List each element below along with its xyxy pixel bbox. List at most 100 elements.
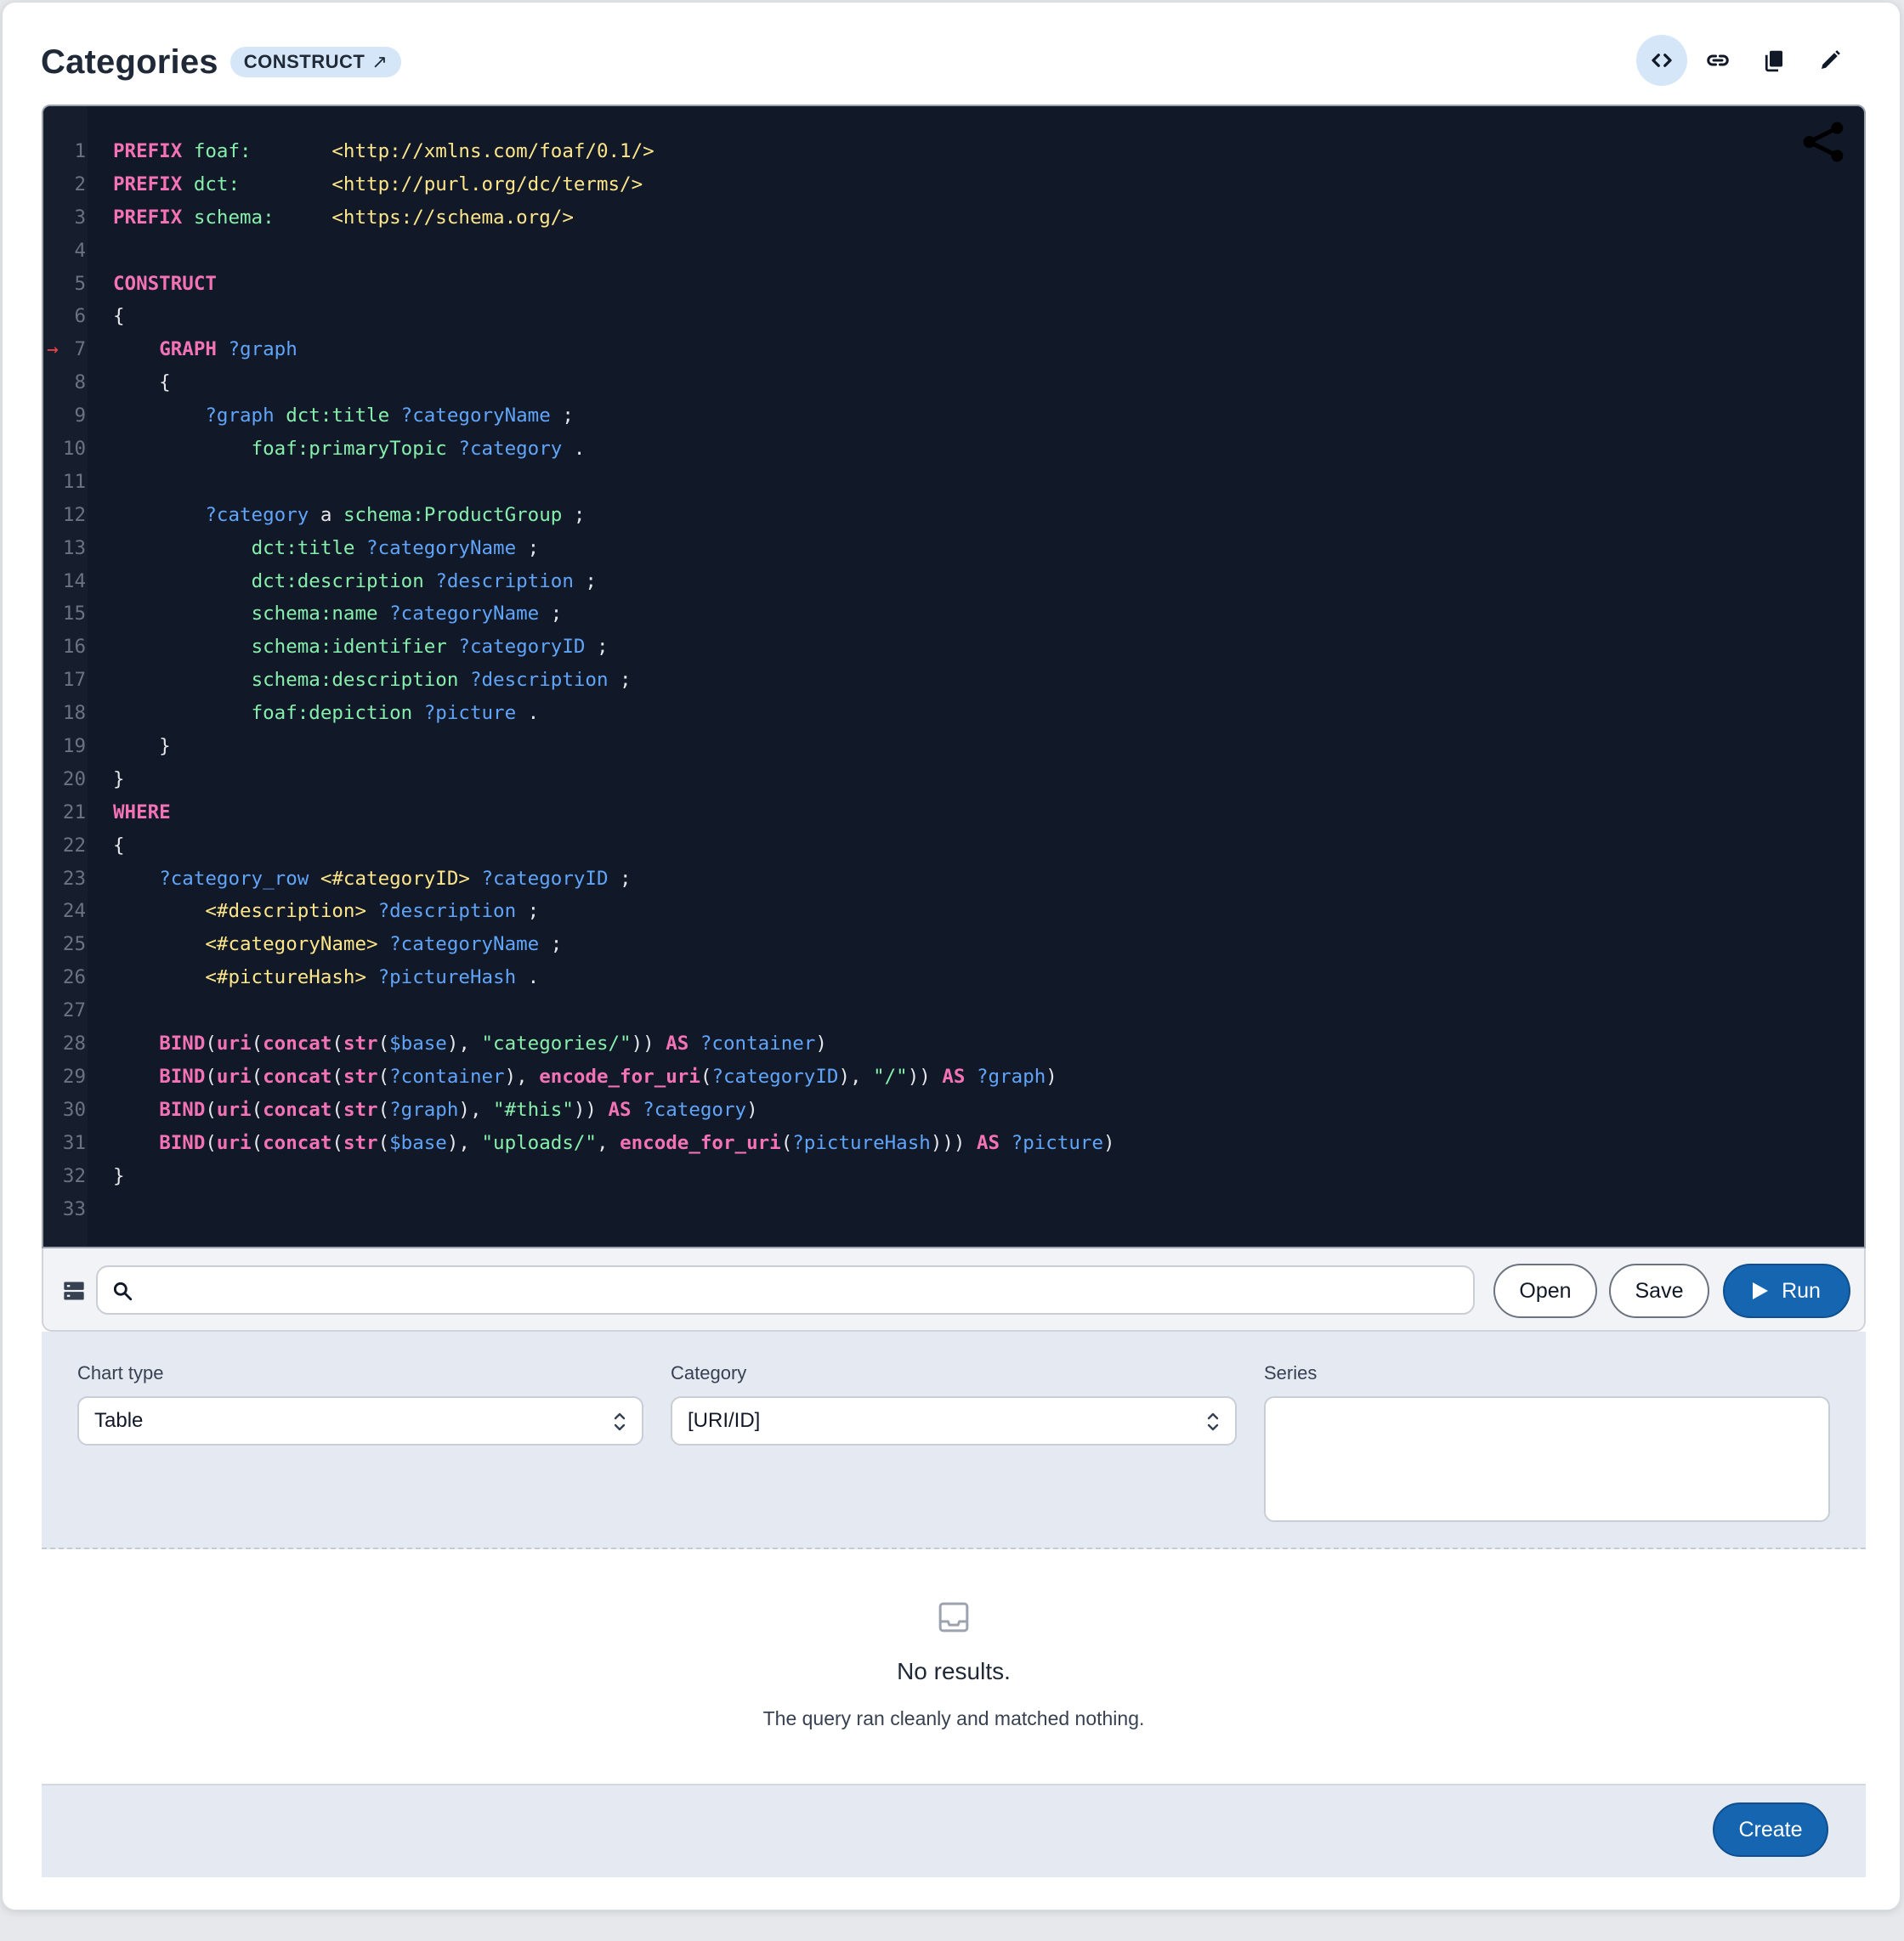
code-line[interactable]: 26 <#pictureHash> ?pictureHash . xyxy=(43,961,1115,994)
run-button-label: Run xyxy=(1782,1278,1821,1303)
code-text: schema:identifier ?categoryID ; xyxy=(251,636,609,659)
header: Categories CONSTRUCT ↗ xyxy=(41,37,402,88)
line-number: 26 xyxy=(62,966,86,989)
code-line[interactable]: 14 dct:description ?description ; xyxy=(43,565,1115,598)
footer: Create xyxy=(42,1784,1866,1877)
line-number: 22 xyxy=(62,834,86,857)
code-text: dct:description ?description ; xyxy=(251,569,597,592)
code-line[interactable]: 5 CONSTRUCT xyxy=(43,268,1115,301)
code-text: schema:description ?description ; xyxy=(251,669,632,692)
query-type-badge[interactable]: CONSTRUCT ↗ xyxy=(230,47,402,77)
code-text: CONSTRUCT xyxy=(113,272,217,295)
copy-icon xyxy=(1765,50,1782,72)
code-text: { xyxy=(113,305,125,328)
code-text: BIND(uri(concat(str($base), "uploads/", … xyxy=(159,1131,1115,1154)
play-icon xyxy=(1753,1282,1769,1299)
code-line[interactable]: 2 PREFIX dct: <http://purl.org/dc/terms/> xyxy=(43,168,1115,201)
category-select[interactable]: [URI/ID] xyxy=(671,1396,1237,1446)
code-line[interactable]: 28 BIND(uri(concat(str($base), "categori… xyxy=(43,1027,1115,1061)
code-line[interactable]: 25 <#categoryName> ?categoryName ; xyxy=(43,928,1115,961)
toolbar xyxy=(1636,35,1856,86)
code-line[interactable]: 11 xyxy=(43,466,1115,499)
line-number: 4 xyxy=(74,239,86,262)
open-button[interactable]: Open xyxy=(1493,1264,1597,1318)
code-line[interactable]: 10 foaf:primaryTopic ?category . xyxy=(43,433,1115,466)
select-chevron-icon xyxy=(1207,1412,1219,1431)
line-number: 2 xyxy=(74,173,86,195)
code-text: PREFIX dct: <http://purl.org/dc/terms/> xyxy=(113,173,643,195)
code-text: } xyxy=(113,1164,125,1187)
code-text: dct:title ?categoryName ; xyxy=(251,536,540,559)
line-number: 28 xyxy=(62,1033,86,1055)
code-line[interactable]: 16 schema:identifier ?categoryID ; xyxy=(43,631,1115,664)
code-line[interactable]: 9 ?graph dct:title ?categoryName ; xyxy=(43,399,1115,433)
line-number: 18 xyxy=(62,702,86,725)
code-text: schema:name ?categoryName ; xyxy=(251,603,563,625)
select-chevron-icon xyxy=(614,1412,626,1431)
code-text: WHERE xyxy=(113,801,171,823)
code-icon xyxy=(1652,54,1672,67)
duplicate-button[interactable] xyxy=(1748,35,1799,86)
code-line[interactable]: 12 ?category a schema:ProductGroup ; xyxy=(43,499,1115,532)
line-number: 15 xyxy=(62,603,86,625)
code-line[interactable]: 7 → GRAPH ?graph xyxy=(43,333,1115,366)
series-select[interactable] xyxy=(1264,1396,1830,1522)
inbox-icon xyxy=(938,1602,969,1633)
code-line[interactable]: 19 } xyxy=(43,730,1115,763)
code-line[interactable]: 24 <#description> ?description ; xyxy=(43,895,1115,928)
code-line[interactable]: 23 ?category_row <#categoryID> ?category… xyxy=(43,863,1115,896)
chart-settings: Chart type Table Category [URI/ID] Serie… xyxy=(42,1332,1866,1549)
code-line[interactable]: 18 foaf:depiction ?picture . xyxy=(43,697,1115,730)
run-button[interactable]: Run xyxy=(1723,1264,1850,1318)
code-view-button[interactable] xyxy=(1636,35,1687,86)
share-icon[interactable] xyxy=(1799,118,1847,166)
search-field[interactable] xyxy=(96,1265,1475,1315)
code-line[interactable]: 15 schema:name ?categoryName ; xyxy=(43,597,1115,631)
code-line[interactable]: 4 xyxy=(43,235,1115,268)
list-icon[interactable] xyxy=(62,1279,86,1303)
code-line[interactable]: 8 { xyxy=(43,366,1115,399)
code-line[interactable]: 29 BIND(uri(concat(str(?container), enco… xyxy=(43,1061,1115,1094)
chart-type-label: Chart type xyxy=(77,1362,164,1384)
line-number: 11 xyxy=(62,470,86,493)
chart-type-select[interactable]: Table xyxy=(77,1396,643,1446)
code-line[interactable]: 32} xyxy=(43,1160,1115,1193)
line-number: 7 → xyxy=(43,333,86,366)
sparql-editor[interactable]: 1 PREFIX foaf: <http://xmlns.com/foaf/0.1… xyxy=(42,105,1866,1248)
query-toolbar: Open Save Run xyxy=(42,1248,1866,1332)
query-card: Categories CONSTRUCT ↗ 1 PREFIX foaf: <ht… xyxy=(2,2,1901,1910)
code-line[interactable]: 13 dct:title ?categoryName ; xyxy=(43,532,1115,565)
line-number: 29 xyxy=(62,1065,86,1088)
code-line[interactable]: 1 PREFIX foaf: <http://xmlns.com/foaf/0.1… xyxy=(43,135,1115,168)
code-line[interactable]: 27 xyxy=(43,994,1115,1027)
code-line[interactable]: 17 schema:description ?description ; xyxy=(43,664,1115,697)
search-input[interactable] xyxy=(144,1272,1453,1308)
code-text: <#pictureHash> ?pictureHash . xyxy=(205,966,540,989)
link-icon xyxy=(1707,54,1729,66)
code-line[interactable]: 30 BIND(uri(concat(str(?graph), "#this")… xyxy=(43,1094,1115,1127)
code-text: BIND(uri(concat(str(?graph), "#this")) A… xyxy=(159,1098,758,1121)
code-text: { xyxy=(113,371,171,394)
code-line[interactable]: 33 xyxy=(43,1193,1115,1226)
page-title: Categories xyxy=(41,42,218,81)
code-line[interactable]: 6{ xyxy=(43,300,1115,333)
code-text: } xyxy=(113,767,125,790)
code-line[interactable]: 22 { xyxy=(43,829,1115,863)
save-button[interactable]: Save xyxy=(1609,1264,1709,1318)
code-lines[interactable]: 1 PREFIX foaf: <http://xmlns.com/foaf/0.1… xyxy=(43,135,1115,1225)
code-line[interactable]: 31 BIND(uri(concat(str($base), "uploads/… xyxy=(43,1127,1115,1160)
code-line[interactable]: 3 PREFIX schema: <https://schema.org/> xyxy=(43,201,1115,235)
create-button[interactable]: Create xyxy=(1713,1802,1828,1857)
code-text: } xyxy=(113,735,171,758)
external-arrow-icon: ↗ xyxy=(371,51,388,72)
code-line[interactable]: 21 WHERE xyxy=(43,796,1115,829)
copy-link-button[interactable] xyxy=(1692,35,1743,86)
code-text: ?graph dct:title ?categoryName ; xyxy=(205,405,574,427)
line-number: 8 xyxy=(74,371,86,394)
code-text: foaf:depiction ?picture . xyxy=(251,702,540,725)
code-text: ?category_row <#categoryID> ?categoryID … xyxy=(159,867,632,890)
code-line[interactable]: 20} xyxy=(43,763,1115,796)
code-text: ?category a schema:ProductGroup ; xyxy=(205,503,586,526)
edit-button[interactable] xyxy=(1805,35,1856,86)
line-number: 20 xyxy=(62,767,86,790)
